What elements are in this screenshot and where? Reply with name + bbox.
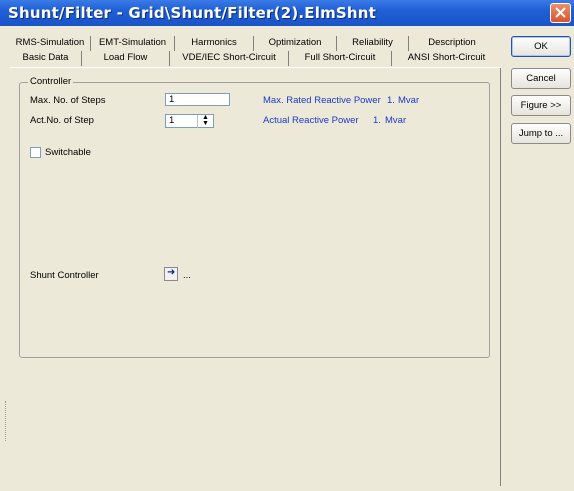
tab-optimization[interactable]: Optimization [254,36,337,51]
tab-reliability[interactable]: Reliability [337,36,409,51]
controller-group-label: Controller [28,76,74,87]
dialog-client: RMS-Simulation EMT-Simulation Harmonics … [0,26,574,491]
tab-full-short-circuit[interactable]: Full Short-Circuit [289,51,392,66]
jump-to-button[interactable]: Jump to ... [511,123,571,144]
close-icon [555,7,566,18]
act-step-label: Act.No. of Step [30,115,94,126]
max-rated-reactive-power-value: 1. [387,95,395,106]
arrow-right-icon: ➜ [167,267,176,278]
tab-load-flow[interactable]: Load Flow [82,51,170,66]
tab-row-1: RMS-Simulation EMT-Simulation Harmonics … [10,36,501,51]
cancel-button[interactable]: Cancel [511,68,571,89]
max-steps-input[interactable]: 1 [165,93,230,106]
act-step-spinner[interactable]: ▲ ▼ [197,114,213,128]
shunt-controller-select-button[interactable]: ➜ [164,267,178,281]
close-button[interactable] [550,3,571,23]
tab-vde-iec-short-circuit[interactable]: VDE/IEC Short-Circuit [170,51,289,66]
shunt-controller-value: ... [183,270,191,281]
switchable-label: Switchable [45,147,91,158]
actual-reactive-power-unit: Mvar [385,115,407,126]
max-rated-reactive-power-label: Max. Rated Reactive Power [263,95,381,106]
tab-description[interactable]: Description [409,36,495,51]
figure-button[interactable]: Figure >> [511,95,571,116]
ok-button[interactable]: OK [511,36,571,57]
spin-down-icon[interactable]: ▼ [198,120,213,127]
tab-basic-data[interactable]: Basic Data [10,51,82,66]
window-title: Shunt/Filter - Grid\Shunt/Filter(2).ElmS… [8,4,377,22]
tab-rms-simulation[interactable]: RMS-Simulation [10,36,91,51]
switchable-checkbox[interactable] [30,147,41,158]
shunt-controller-label: Shunt Controller [30,270,99,281]
max-rated-reactive-power-unit: Mvar [398,95,420,106]
tab-harmonics[interactable]: Harmonics [175,36,254,51]
tab-row-2: Basic Data Load Flow VDE/IEC Short-Circu… [10,51,501,66]
title-bar: Shunt/Filter - Grid\Shunt/Filter(2).ElmS… [0,0,574,26]
actual-reactive-power-label: Actual Reactive Power [263,115,359,126]
left-edge-dots [5,401,7,441]
actual-reactive-power-value: 1. [373,115,381,126]
max-steps-label: Max. No. of Steps [30,95,106,106]
tab-emt-simulation[interactable]: EMT-Simulation [91,36,175,51]
tab-ansi-short-circuit[interactable]: ANSI Short-Circuit [392,51,501,66]
